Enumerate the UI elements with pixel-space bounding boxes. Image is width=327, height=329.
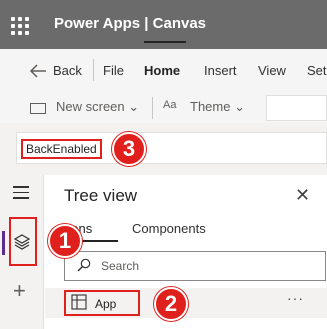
back-arrow-icon[interactable] (29, 63, 47, 79)
hamburger-icon[interactable] (13, 186, 29, 199)
more-options-icon[interactable]: ··· (287, 290, 304, 306)
insert-plus-icon[interactable]: + (13, 280, 26, 302)
theme-icon: Aa (163, 99, 177, 111)
menu-view[interactable]: View (258, 63, 286, 78)
rail-active-indicator (2, 231, 5, 255)
menu-insert[interactable]: Insert (204, 63, 237, 78)
theme-label: Theme (190, 99, 231, 114)
app-node-label: App (95, 297, 117, 311)
new-screen-icon (30, 103, 46, 114)
app-title: Power Apps | Canvas (54, 15, 207, 32)
back-button[interactable]: Back (53, 63, 82, 78)
new-screen-button[interactable]: New screen ⌄ (56, 99, 139, 115)
new-screen-label: New screen (56, 99, 125, 114)
toolbar-field[interactable] (266, 95, 327, 121)
callout-badge-2: 2 (154, 287, 188, 321)
active-menu-underline (144, 41, 186, 43)
menu-home[interactable]: Home (144, 63, 180, 78)
menu-settings[interactable]: Set (307, 63, 327, 78)
menu-file[interactable]: File (103, 63, 124, 78)
close-icon[interactable]: ✕ (295, 185, 310, 206)
tab-components[interactable]: Components (132, 221, 206, 236)
pane-title: Tree view (64, 186, 138, 205)
search-placeholder: Search (101, 259, 140, 273)
toolbar: New screen ⌄ Aa Theme ⌄ (0, 93, 327, 123)
menu-divider (93, 59, 94, 81)
chevron-down-icon: ⌄ (128, 99, 140, 114)
toolbar-divider (152, 97, 153, 119)
tree-view-highlight (9, 217, 37, 266)
callout-badge-3: 3 (112, 132, 146, 166)
command-menu: Back File Home Insert View Set (0, 49, 327, 93)
search-icon (77, 258, 91, 272)
chevron-down-icon: ⌄ (234, 99, 245, 114)
formula-value[interactable]: BackEnabled (21, 139, 102, 159)
theme-button[interactable]: Theme ⌄ (190, 99, 245, 115)
app-icon (71, 294, 87, 310)
callout-badge-1: 1 (48, 224, 82, 258)
waffle-icon[interactable] (11, 17, 29, 35)
